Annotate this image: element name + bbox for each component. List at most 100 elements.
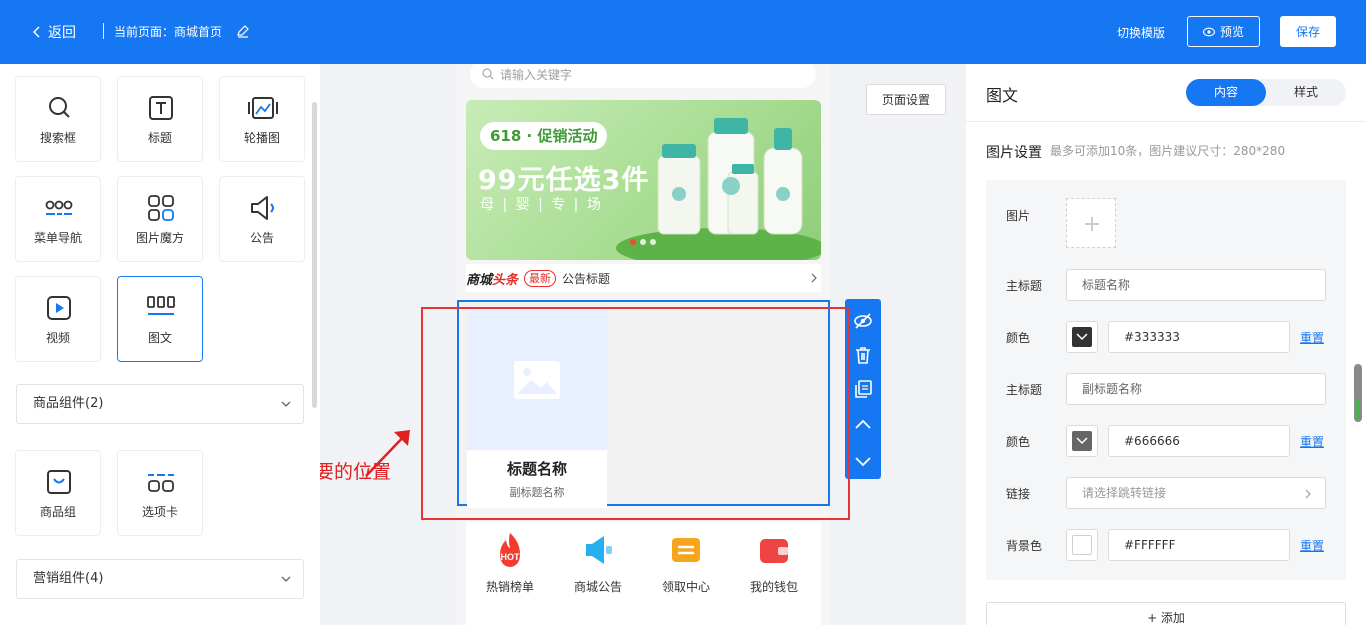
- promo-banner[interactable]: 618 · 促销活动 99元任选3件 母 | 婴 | 专 | 场: [466, 100, 821, 260]
- chevron-down-icon: [1076, 333, 1088, 341]
- icon-nav-item-notice[interactable]: 商城公告: [563, 530, 633, 595]
- chevron-right-icon: [811, 273, 817, 283]
- reset-color-title[interactable]: 重置: [1300, 329, 1324, 346]
- news-brand: 商城头条: [466, 272, 519, 288]
- save-button[interactable]: 保存: [1280, 16, 1336, 47]
- goods-components-group[interactable]: 商品组件(2): [16, 384, 304, 424]
- hot-icon: HOT: [500, 533, 521, 567]
- reset-color-subtitle[interactable]: 重置: [1300, 433, 1324, 450]
- main-title-input[interactable]: 标题名称: [1066, 269, 1326, 301]
- image-cube-icon: [148, 195, 174, 221]
- component-carousel[interactable]: 轮播图: [219, 76, 305, 162]
- image-settings-note: 最多可添加10条，图片建议尺寸：280*280: [1050, 144, 1286, 158]
- color-value-background[interactable]: #FFFFFF: [1108, 529, 1290, 561]
- icon-nav-item-wallet[interactable]: 我的钱包: [739, 530, 809, 595]
- color-swatch-subtitle[interactable]: [1066, 425, 1098, 457]
- eye-off-icon[interactable]: [853, 311, 873, 331]
- icon-nav-item-coupon[interactable]: 领取中心: [651, 530, 721, 595]
- component-goods-group[interactable]: 商品组: [15, 450, 101, 536]
- chevron-left-icon: [32, 26, 40, 38]
- wallet-icon: [760, 539, 788, 563]
- design-canvas: 请输入关键字 618 · 促销活动 99元任选3件 母 | 婴 | 专 | 场: [320, 64, 966, 625]
- component-search[interactable]: 搜索框: [15, 76, 101, 162]
- panel-tabs: 内容 样式: [1186, 79, 1346, 106]
- chevron-down-icon: [1076, 437, 1088, 445]
- component-notice[interactable]: 公告: [219, 176, 305, 262]
- copy-icon[interactable]: [853, 379, 873, 399]
- left-scrollbar[interactable]: [312, 102, 317, 408]
- video-icon: [47, 296, 71, 320]
- chevron-right-icon: [1305, 489, 1311, 499]
- current-page-label: 当前页面：商城首页: [114, 25, 223, 39]
- link-select[interactable]: 请选择跳转链接: [1066, 477, 1326, 509]
- search-bar[interactable]: 请输入关键字: [470, 64, 816, 88]
- preview-button[interactable]: 预览: [1187, 16, 1260, 47]
- image-text-icon: [147, 296, 175, 315]
- hint-arrow-icon: [365, 430, 410, 477]
- page-settings-button[interactable]: 页面设置: [866, 84, 946, 115]
- banner-headline: 99元任选3件: [478, 165, 650, 196]
- drop-target-highlight: [421, 307, 850, 520]
- chevron-down-icon[interactable]: [853, 451, 873, 471]
- color-label: 颜色: [1006, 331, 1031, 345]
- scrollbar-indicator: [1356, 399, 1360, 419]
- preview-label: 预览: [1219, 25, 1244, 39]
- svg-text:HOT: HOT: [501, 552, 521, 562]
- goods-group-icon: [47, 470, 71, 494]
- switch-template-button[interactable]: 切换模版: [1117, 24, 1165, 41]
- color-swatch-background[interactable]: [1066, 529, 1098, 561]
- color-value-subtitle[interactable]: #666666: [1108, 425, 1290, 457]
- coupon-icon: [672, 538, 700, 562]
- image-settings-form: 图片 主标题 标题名称 颜色 #333333 重置 主标题 副标题名称 颜色 #…: [986, 180, 1346, 580]
- divider: [966, 121, 1366, 122]
- image-settings-title: 图片设置: [986, 145, 1042, 161]
- icon-nav-item-hot[interactable]: HOT 热销榜单: [475, 530, 545, 595]
- background-color-label: 背景色: [1006, 539, 1043, 553]
- image-upload-button[interactable]: [1066, 198, 1116, 248]
- chevron-down-icon: [281, 576, 291, 582]
- component-menu-nav[interactable]: 菜单导航: [15, 176, 101, 262]
- search-icon: [482, 68, 494, 80]
- back-label: 返回: [48, 25, 76, 41]
- edit-icon[interactable]: [236, 24, 250, 38]
- chevron-up-icon[interactable]: [853, 415, 873, 435]
- component-panel: 搜索框 标题 轮播图 菜单导航 图片魔方 公告 视频 图文 商品组件(2) 商品…: [0, 64, 320, 625]
- sub-title-input[interactable]: 副标题名称: [1066, 373, 1326, 405]
- top-bar: 返回 当前页面：商城首页 切换模版 预览 保存: [0, 0, 1366, 64]
- megaphone-icon: [586, 536, 612, 564]
- banner-subline: 母 | 婴 | 专 | 场: [480, 197, 603, 213]
- link-label: 链接: [1006, 487, 1031, 501]
- back-button[interactable]: 返回: [32, 22, 76, 42]
- search-icon: [49, 97, 70, 118]
- banner-tag: 618 · 促销活动: [480, 122, 608, 150]
- color-swatch-title[interactable]: [1066, 321, 1098, 353]
- component-title[interactable]: 标题: [117, 76, 203, 162]
- news-bar[interactable]: 商城头条 最新 公告标题: [466, 264, 821, 292]
- settings-panel: 图文 内容 样式 图片设置 最多可添加10条，图片建议尺寸：280*280 图片…: [966, 64, 1366, 625]
- tab-style[interactable]: 样式: [1266, 79, 1346, 106]
- main-title-label: 主标题: [1006, 279, 1043, 293]
- tab-content[interactable]: 内容: [1186, 79, 1266, 106]
- marketing-components-group[interactable]: 营销组件(4): [16, 559, 304, 599]
- panel-title: 图文: [986, 86, 1019, 105]
- image-label: 图片: [1006, 209, 1031, 223]
- component-image-text[interactable]: 图文: [117, 276, 203, 362]
- reset-color-background[interactable]: 重置: [1300, 537, 1324, 554]
- eye-icon: [1202, 27, 1215, 36]
- notice-icon: [251, 196, 274, 220]
- icon-nav: HOT 热销榜单 商城公告 领取中心 我的钱包: [466, 522, 821, 625]
- component-tabs[interactable]: 选项卡: [117, 450, 203, 536]
- news-badge: 最新: [524, 269, 557, 287]
- search-placeholder: 请输入关键字: [500, 67, 573, 82]
- title-icon: [149, 96, 173, 120]
- carousel-dots[interactable]: [630, 239, 656, 245]
- carousel-icon: [248, 97, 278, 119]
- trash-icon[interactable]: [853, 345, 873, 365]
- component-video[interactable]: 视频: [15, 276, 101, 362]
- color-value-title[interactable]: #333333: [1108, 321, 1290, 353]
- divider: [103, 23, 104, 39]
- add-item-button[interactable]: + 添加: [986, 602, 1346, 625]
- color-label: 颜色: [1006, 435, 1031, 449]
- chevron-down-icon: [281, 401, 291, 407]
- component-image-cube[interactable]: 图片魔方: [117, 176, 203, 262]
